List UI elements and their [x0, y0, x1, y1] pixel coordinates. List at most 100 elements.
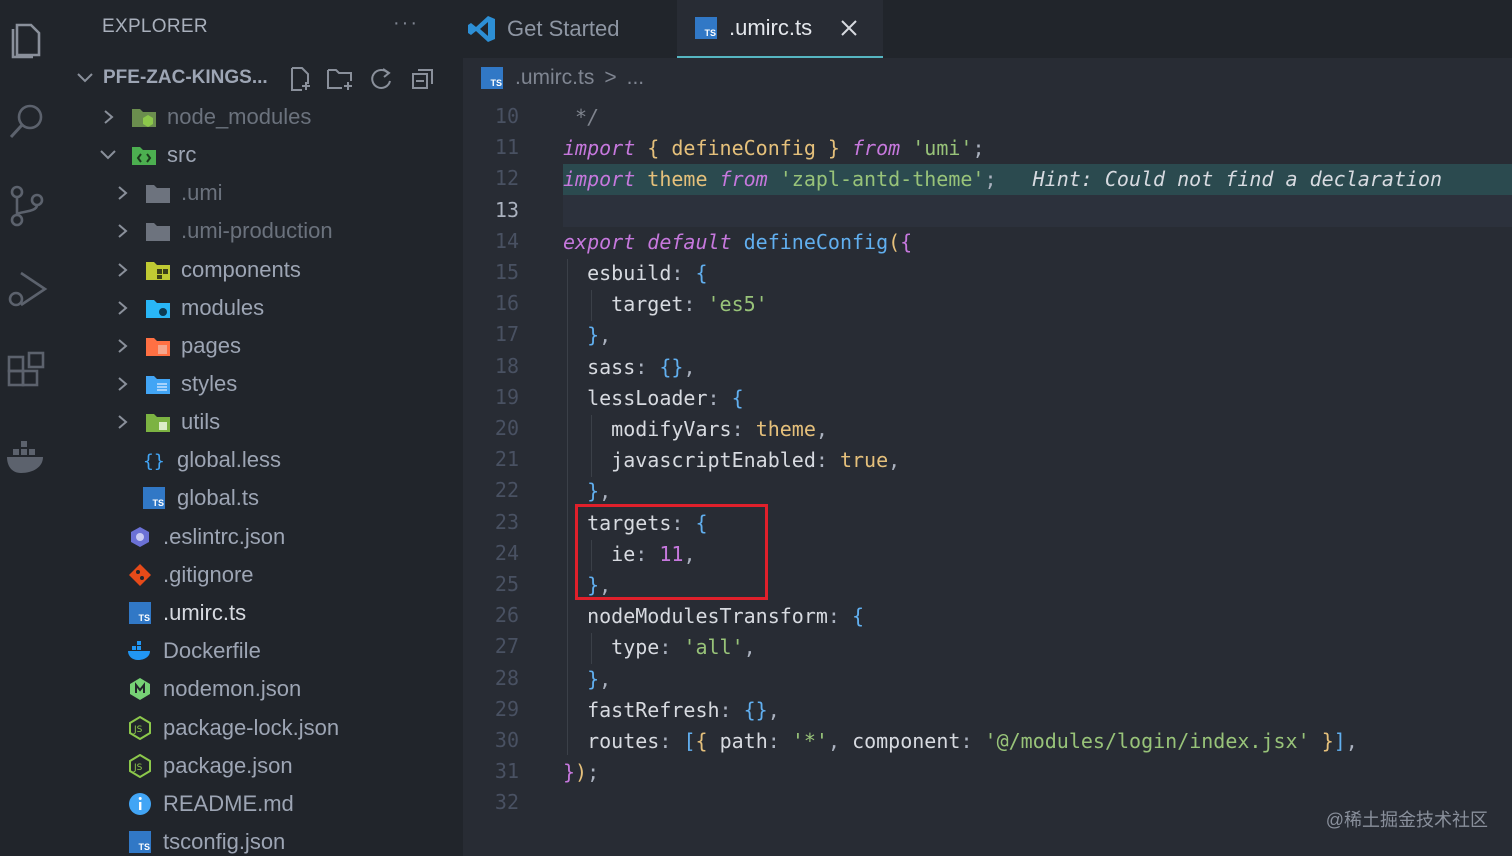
tree-item-label: modules	[181, 295, 265, 320]
code-line-30: routes: [{ path: '*', component: '@/modu…	[587, 729, 1358, 753]
code-line-14: export default defineConfig({	[563, 230, 913, 254]
line-number: 32	[494, 790, 519, 815]
tree-item-label: utils	[181, 409, 221, 434]
tree-item-readme[interactable]: README.md	[127, 786, 294, 822]
search-icon[interactable]	[4, 98, 50, 144]
tree-item-label: components	[181, 257, 301, 282]
tab-bar: Get Started TS .umirc.ts	[463, 0, 1512, 58]
tab-get-started[interactable]: Get Started	[463, 0, 679, 58]
tree-item-package-lock[interactable]: JS package-lock.json	[127, 710, 339, 746]
tree-item-label: pages	[181, 333, 241, 358]
tree-item-umi[interactable]: .umi	[113, 175, 223, 211]
tree-item-label: styles	[181, 371, 238, 396]
typescript-icon: TS	[481, 67, 503, 89]
tree-item-label: tsconfig.json	[163, 829, 286, 854]
source-control-icon[interactable]	[4, 183, 50, 229]
code-line-18: sass: {},	[587, 355, 696, 379]
workspace-folder-header[interactable]: PFE-ZAC-KINGS...	[75, 64, 463, 94]
explorer-title: EXPLORER	[102, 16, 208, 37]
line-number: 13	[494, 197, 519, 222]
tree-item-components[interactable]: components	[113, 252, 301, 288]
line-number: 22	[494, 478, 519, 503]
explorer-sidebar: EXPLORER ··· PFE-ZAC-KINGS... node_modul…	[55, 0, 463, 856]
code-line-11: import { defineConfig } from 'umi';	[563, 136, 985, 160]
code-line-26: nodeModulesTransform: {	[587, 604, 865, 628]
nodemon-icon	[127, 676, 153, 702]
line-number: 26	[494, 603, 519, 628]
run-debug-icon[interactable]	[4, 266, 50, 312]
tree-item-package-json[interactable]: JS package.json	[127, 748, 293, 784]
docker-icon[interactable]	[4, 434, 50, 480]
git-icon	[127, 562, 153, 588]
tree-item-tsconfig[interactable]: TS tsconfig.json	[127, 824, 285, 856]
tree-item-label: nodemon.json	[163, 676, 302, 701]
tree-item-label: package.json	[163, 753, 293, 778]
src-folder-icon	[131, 142, 157, 168]
activity-bar	[0, 0, 55, 856]
tree-item-label: .gitignore	[163, 562, 254, 587]
tree-item-label: .umirc.ts	[163, 600, 247, 625]
nodejs-icon: JS	[127, 753, 153, 779]
svg-text:JS: JS	[133, 725, 143, 735]
line-number: 24	[494, 540, 519, 565]
workspace-folder-name: PFE-ZAC-KINGS...	[103, 67, 268, 88]
tree-item-global-ts[interactable]: TS global.ts	[141, 480, 259, 516]
new-folder-icon[interactable]	[325, 64, 355, 94]
breadcrumb-separator: >	[604, 66, 617, 89]
code-line-27: type: 'all',	[611, 635, 756, 659]
tab-label: .umirc.ts	[729, 15, 813, 40]
tree-item-modules[interactable]: modules	[113, 290, 264, 326]
new-file-icon[interactable]	[285, 64, 315, 94]
svg-text:{}: {}	[143, 451, 165, 472]
code-line-16: target: 'es5'	[611, 292, 768, 316]
tree-item-label: .eslintrc.json	[163, 524, 286, 549]
tree-item-utils[interactable]: utils	[113, 404, 220, 440]
tree-item-dockerfile[interactable]: Dockerfile	[127, 633, 261, 669]
tree-item-eslintrc[interactable]: .eslintrc.json	[127, 519, 285, 555]
chevron-right-icon	[113, 375, 131, 393]
line-number: 17	[494, 322, 519, 347]
tree-item-umirc[interactable]: TS .umirc.ts	[127, 595, 246, 631]
tab-umirc[interactable]: TS .umirc.ts	[677, 0, 883, 58]
refresh-icon[interactable]	[366, 64, 396, 94]
breadcrumb-symbol[interactable]: ...	[627, 66, 645, 90]
tree-item-label: .umi-production	[181, 218, 333, 243]
tree-item-styles[interactable]: styles	[113, 366, 237, 402]
line-number: 31	[494, 759, 519, 784]
close-icon[interactable]	[840, 19, 858, 37]
code-line-10: */	[563, 105, 600, 129]
breadcrumb-file[interactable]: .umirc.ts	[515, 66, 594, 90]
line-number: 12	[494, 166, 519, 191]
chevron-right-icon	[113, 413, 131, 431]
typescript-icon: TS	[695, 17, 717, 39]
svg-text:JS: JS	[133, 763, 143, 773]
node-folder-icon	[131, 104, 157, 130]
tree-item-pages[interactable]: pages	[113, 328, 241, 364]
tree-item-gitignore[interactable]: .gitignore	[127, 557, 254, 593]
folder-icon	[145, 218, 171, 244]
line-number: 29	[494, 696, 519, 721]
code-line-31: });	[563, 760, 600, 784]
tree-item-src[interactable]: src	[99, 137, 196, 173]
line-number: 11	[494, 135, 519, 160]
editor: Get Started TS .umirc.ts TS .umirc.ts > …	[463, 0, 1512, 856]
hint-message: Hint: Could not find a declaration	[1032, 167, 1443, 191]
collapse-all-icon[interactable]	[408, 64, 438, 94]
extensions-icon[interactable]	[4, 350, 50, 396]
chevron-down-icon	[99, 146, 117, 164]
typescript-icon: TS	[141, 485, 167, 511]
tree-item-nodemon[interactable]: nodemon.json	[127, 671, 301, 707]
tree-item-umi-production[interactable]: .umi-production	[113, 213, 333, 249]
code-line-21: javascriptEnabled: true,	[611, 448, 901, 472]
code-line-15: esbuild: {	[587, 261, 708, 285]
tree-item-global-less[interactable]: {} global.less	[141, 442, 281, 478]
pages-folder-icon	[145, 333, 171, 359]
more-actions-button[interactable]: ···	[393, 12, 419, 35]
nodejs-icon: JS	[127, 715, 153, 741]
files-icon[interactable]	[4, 16, 50, 62]
tree-item-label: src	[167, 142, 197, 167]
code-line-20: modifyVars: theme,	[611, 417, 828, 441]
tree-item-node-modules[interactable]: node_modules	[99, 99, 311, 135]
chevron-right-icon	[113, 299, 131, 317]
chevron-right-icon	[113, 337, 131, 355]
